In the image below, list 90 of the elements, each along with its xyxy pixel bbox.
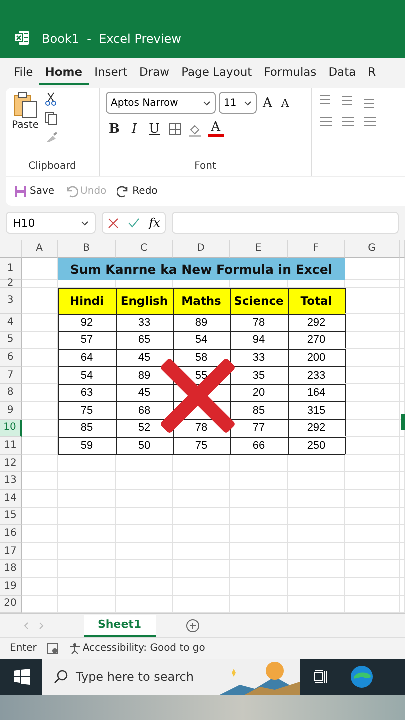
paste-button[interactable]: Paste bbox=[12, 120, 39, 131]
column-header[interactable]: A bbox=[22, 240, 58, 258]
name-box[interactable]: H10 bbox=[6, 212, 96, 234]
clipboard-icon[interactable] bbox=[12, 92, 38, 120]
font-size-field[interactable]: 11 bbox=[219, 92, 257, 114]
column-header[interactable] bbox=[400, 240, 405, 258]
spreadsheet-app-icon bbox=[14, 30, 30, 46]
check-icon[interactable] bbox=[128, 218, 140, 228]
row-header[interactable]: 10 bbox=[0, 420, 22, 438]
group-label: Clipboard bbox=[28, 161, 76, 172]
menu-tab[interactable]: File bbox=[8, 61, 40, 85]
menu-tab[interactable]: R bbox=[362, 61, 382, 85]
previous-sheet-icon[interactable] bbox=[24, 622, 29, 630]
undo-icon bbox=[64, 185, 78, 198]
browser-icon[interactable] bbox=[350, 665, 374, 690]
sheet-title: Sum Kanrne ka New Formula in Excel bbox=[58, 258, 345, 280]
table-cell: 250 bbox=[288, 436, 346, 456]
accessibility-status[interactable]: Accessibility: Good to go bbox=[82, 643, 206, 654]
table-header: English bbox=[116, 288, 174, 314]
menu-tab[interactable]: Formulas bbox=[258, 61, 323, 85]
table-header: Science bbox=[230, 288, 288, 314]
select-all-corner[interactable] bbox=[0, 240, 22, 258]
row-header[interactable]: 3 bbox=[0, 288, 22, 314]
row-header[interactable]: 1 bbox=[0, 258, 22, 280]
row-header[interactable]: 8 bbox=[0, 384, 22, 402]
menu-tab[interactable]: Page Layout bbox=[176, 61, 258, 85]
row-header[interactable]: 12 bbox=[0, 454, 22, 472]
chevron-down-icon[interactable] bbox=[244, 100, 252, 106]
redo-icon bbox=[116, 185, 130, 198]
cancel-icon[interactable] bbox=[108, 218, 119, 228]
row-header[interactable]: 16 bbox=[0, 525, 22, 543]
row-header[interactable]: 6 bbox=[0, 349, 22, 367]
format-button[interactable]: I bbox=[129, 122, 140, 137]
task-view-icon[interactable] bbox=[314, 670, 328, 684]
table-header: Total bbox=[288, 288, 346, 314]
table-header: Hindi bbox=[58, 288, 116, 314]
taskbar-search-field[interactable]: Type here to search bbox=[42, 659, 300, 696]
shrink-font-button[interactable]: A bbox=[278, 96, 292, 110]
row-header[interactable]: 7 bbox=[0, 366, 22, 384]
row-header[interactable]: 14 bbox=[0, 490, 22, 508]
row-header[interactable]: 20 bbox=[0, 596, 22, 614]
copy-icon[interactable] bbox=[45, 112, 59, 126]
scissors-icon[interactable] bbox=[45, 92, 57, 106]
sheet-tab[interactable]: Sheet1 bbox=[84, 614, 156, 637]
menu-tab[interactable]: Data bbox=[322, 61, 362, 85]
menu-tab[interactable]: Insert bbox=[88, 61, 134, 85]
redo-button[interactable]: Redo bbox=[116, 185, 158, 198]
row-header[interactable]: 11 bbox=[0, 437, 22, 455]
grow-font-button[interactable]: A bbox=[260, 96, 276, 110]
column-header[interactable]: G bbox=[345, 240, 400, 258]
table-header: Maths bbox=[172, 288, 230, 314]
row-header[interactable]: 5 bbox=[0, 332, 22, 350]
row-header[interactable]: 19 bbox=[0, 578, 22, 596]
table-cell: 59 bbox=[58, 436, 116, 456]
chevron-down-icon[interactable] bbox=[203, 100, 211, 106]
save-button[interactable]: Save bbox=[14, 185, 55, 198]
row-header[interactable]: 4 bbox=[0, 314, 22, 332]
add-sheet-icon[interactable] bbox=[186, 618, 200, 633]
row-header[interactable]: 18 bbox=[0, 560, 22, 578]
column-header[interactable]: D bbox=[173, 240, 230, 258]
column-header[interactable]: E bbox=[230, 240, 288, 258]
accessibility-icon[interactable] bbox=[68, 642, 81, 655]
borders-icon[interactable] bbox=[169, 123, 182, 136]
formula-field[interactable] bbox=[172, 212, 399, 234]
insert-function-button[interactable]: fx bbox=[149, 216, 160, 230]
font-color-button[interactable]: A bbox=[208, 122, 224, 137]
fill-color-icon[interactable] bbox=[188, 122, 202, 136]
group-label: Font bbox=[194, 161, 216, 172]
format-button[interactable]: U bbox=[146, 122, 164, 137]
window-title: Book1 - Excel Preview bbox=[42, 32, 182, 46]
row-header[interactable]: 9 bbox=[0, 402, 22, 420]
column-header[interactable]: B bbox=[58, 240, 116, 258]
selected-cell-outline bbox=[401, 414, 405, 430]
windows-start-icon[interactable] bbox=[14, 669, 30, 686]
macro-icon[interactable] bbox=[46, 642, 59, 655]
row-header[interactable]: 2 bbox=[0, 280, 22, 288]
chevron-down-icon[interactable] bbox=[81, 220, 89, 226]
row-header[interactable]: 17 bbox=[0, 542, 22, 560]
row-header[interactable]: 15 bbox=[0, 508, 22, 526]
format-button[interactable]: B bbox=[106, 122, 123, 137]
font-name-field[interactable]: Aptos Narrow bbox=[106, 92, 216, 114]
row-header[interactable]: 13 bbox=[0, 472, 22, 490]
menu-tab[interactable]: Home bbox=[39, 61, 89, 85]
column-header[interactable]: C bbox=[116, 240, 173, 258]
status-mode: Enter bbox=[10, 643, 37, 654]
menu-tab[interactable]: Draw bbox=[134, 61, 176, 85]
next-sheet-icon[interactable] bbox=[39, 622, 44, 630]
brush-icon[interactable] bbox=[45, 132, 59, 144]
search-icon bbox=[54, 670, 68, 684]
column-header[interactable]: F bbox=[288, 240, 345, 258]
